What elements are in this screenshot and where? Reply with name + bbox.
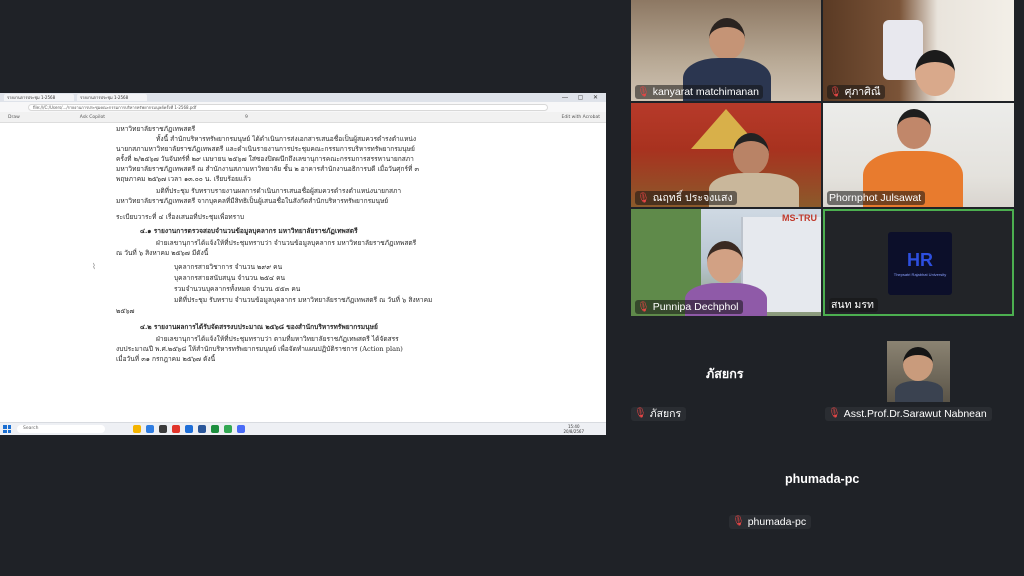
- name-tag[interactable]: 🎙 phumada-pc: [729, 515, 812, 529]
- line-icon[interactable]: [211, 425, 219, 433]
- address-bar[interactable]: file:///C:/Users/.../รายงานการประชุมคณะก…: [0, 102, 606, 112]
- participant-face: [897, 109, 931, 149]
- name-tag: 🎙 ศุภาศิณี: [827, 85, 885, 99]
- name-tag[interactable]: 🎙 ภัสยกร: [631, 407, 687, 421]
- app-icon[interactable]: [159, 425, 167, 433]
- window-controls[interactable]: — ▢ ✕: [562, 94, 602, 101]
- name-tag: 🎙 ณฤทธิ์ ประจงแสง: [635, 191, 737, 205]
- participant-tile[interactable]: MS-TRU 🎙 Punnipa Dechphol: [631, 209, 821, 316]
- mic-off-icon: 🎙: [829, 86, 842, 98]
- participant-tile[interactable]: 🎙 ศุภาศิณี: [823, 0, 1014, 101]
- participant-tile[interactable]: 🎙 kanyarat matchimanan: [631, 0, 821, 101]
- outlook-icon[interactable]: [185, 425, 193, 433]
- browser-tab[interactable]: รายงานการประชุม 1-2568: [77, 94, 147, 101]
- browser-tab-strip: รายงานการประชุม 1-2568 รายงานการประชุม 1…: [0, 93, 606, 102]
- doc-line: มหาวิทยาลัยราชภัฏเทพสตรี ณ สำนักงานสภามห…: [116, 165, 419, 173]
- doc-line: ๔.๑ รายงานการตรวจสอบจำนวนข้อมูลบุคลากร ม…: [140, 227, 358, 235]
- doc-line: มติที่ประชุม รับทราบ จำนวนข้อมูลบุคลากร …: [174, 296, 433, 304]
- browser-tab[interactable]: รายงานการประชุม 1-2568: [4, 94, 74, 101]
- participant-name: สนท มรท: [831, 299, 874, 311]
- word-icon[interactable]: [198, 425, 206, 433]
- doc-line: ฝ่ายเลขานุการได้แจ้งให้ที่ประชุมทราบว่า …: [156, 335, 399, 343]
- name-tag: สนท มรท: [829, 298, 878, 312]
- chrome-icon[interactable]: [172, 425, 180, 433]
- participant-name: ศุภาศิณี: [844, 86, 881, 98]
- excel-icon[interactable]: [224, 425, 232, 433]
- participant-name: kanyarat matchimanan: [652, 86, 759, 98]
- meeting-window: รายงานการประชุม 1-2568 รายงานการประชุม 1…: [0, 0, 1024, 576]
- mic-off-icon: 🎙: [637, 301, 650, 313]
- name-tag[interactable]: 🎙 Asst.Prof.Dr.Sarawut Nabnean: [825, 407, 992, 421]
- ask-copilot-button[interactable]: Ask Copilot: [80, 115, 105, 120]
- mic-off-icon: 🎙: [637, 192, 650, 204]
- windows-start-icon[interactable]: [3, 425, 11, 433]
- doc-line: บุคลากรสายวิชาการ จำนวน ๒๙๙ คน: [174, 263, 283, 271]
- participant-display-name: ภัสยกร: [706, 367, 744, 381]
- edge-icon[interactable]: [146, 425, 154, 433]
- clock-date: 20/8/2567: [563, 429, 584, 434]
- shared-screen[interactable]: รายงานการประชุม 1-2568 รายงานการประชุม 1…: [0, 93, 606, 435]
- participant-name: ภัสยกร: [649, 408, 682, 420]
- windows-taskbar: Search 15:40 20/8/2567: [0, 422, 606, 435]
- participant-tile[interactable]: Phornphot Julsawat: [823, 103, 1014, 207]
- doc-line: บุคลากรสายสนับสนุน จำนวน ๒๕๔ คน: [174, 274, 286, 282]
- doc-line: มติที่ประชุม รับทราบรายงานผลการดำเนินการ…: [156, 187, 402, 195]
- doc-line: งบประมาณปี พ.ศ.๒๕๖๘ ให้สำนักบริหารทรัพยา…: [116, 345, 403, 353]
- participant-name: Asst.Prof.Dr.Sarawut Nabnean: [843, 408, 987, 420]
- participant-face: [903, 347, 933, 381]
- doc-line: รวมจำนวนบุคลากรทั้งหมด จำนวน ๕๕๓ คน: [174, 285, 301, 293]
- doc-line: ๒๕๖๗: [116, 307, 135, 315]
- mic-off-icon: 🎙: [828, 408, 841, 419]
- doc-line: ฝ่ายเลขานุการได้แจ้งให้ที่ประชุมทราบว่า …: [156, 239, 417, 247]
- name-tag: 🎙 Punnipa Dechphol: [635, 300, 743, 314]
- doc-line: ๔.๒ รายงานผลการได้รับจัดสรรงบประมาณ ๒๕๖๘…: [140, 323, 378, 331]
- mic-off-icon: 🎙: [732, 516, 745, 527]
- doc-line: นายกสภามหาวิทยาลัยราชภัฏเทพสตรี และดำเนิ…: [116, 145, 415, 153]
- pdf-toolbar: Draw Ask Copilot 9 Edit with Acrobat: [0, 112, 606, 123]
- doc-line: มหาวิทยาลัยราชภัฏเทพสตรี จากบุคคลที่มีสิ…: [116, 197, 389, 205]
- participant-name: ณฤทธิ์ ประจงแสง: [652, 192, 733, 204]
- url-field[interactable]: file:///C:/Users/.../รายงานการประชุมคณะก…: [28, 103, 548, 111]
- participant-tile-active[interactable]: HR Thepsatri Rajabhat University สนท มรท: [823, 209, 1014, 316]
- doc-line: มหาวิทยาลัยราชภัฏเทพสตรี: [116, 125, 196, 133]
- participant-face: [709, 18, 745, 60]
- doc-line: ณ วันที่ ๖ สิงหาคม ๒๕๖๗ มีดังนี้: [116, 249, 209, 257]
- participant-face: [707, 241, 743, 283]
- pdf-document: มหาวิทยาลัยราชภัฏเทพสตรี ทั้งนี้ สำนักบร…: [0, 123, 606, 422]
- doc-line: ระเบียบวาระที่ ๔ เรื่องเสนอที่ประชุมเพื่…: [116, 213, 245, 221]
- logo-subtitle: Thepsatri Rajabhat University: [893, 272, 947, 277]
- participant-name: phumada-pc: [747, 516, 807, 528]
- hr-logo: HR Thepsatri Rajabhat University: [888, 232, 952, 295]
- taskbar-clock[interactable]: 15:40 20/8/2567: [563, 424, 584, 434]
- mic-off-icon: 🎙: [634, 408, 647, 419]
- draw-button[interactable]: Draw: [8, 115, 20, 120]
- doc-line: เมื่อวันที่ ๓๑ กรกฎาคม ๒๕๖๗ ดังนี้: [116, 355, 216, 363]
- cursor-icon: ⌇: [92, 262, 96, 271]
- name-tag: Phornphot Julsawat: [827, 191, 926, 205]
- logo-text: HR: [907, 250, 933, 270]
- participant-face: [733, 133, 769, 175]
- file-explorer-icon[interactable]: [133, 425, 141, 433]
- doc-line: พฤษภาคม ๒๕๖๗ เวลา ๑๓.๐๐ น. เรียบร้อยแล้ว: [116, 175, 251, 183]
- zoom-icon[interactable]: [237, 425, 245, 433]
- participant-face: [915, 50, 955, 96]
- participant-video[interactable]: [887, 341, 950, 402]
- participant-name: Punnipa Dechphol: [652, 301, 739, 313]
- taskbar-search[interactable]: Search: [17, 425, 105, 433]
- doc-line: ทั้งนี้ สำนักบริหารทรัพยากรมนุษย์ ได้ดำเ…: [156, 135, 417, 143]
- participant-display-name: phumada-pc: [785, 472, 860, 486]
- participant-body: [895, 381, 943, 402]
- doc-line: ครั้งที่ ๒/๒๕๖๗ วันจันทร์ที่ ๒๙ เมษายน ๒…: [116, 155, 414, 163]
- page-number[interactable]: 9: [245, 115, 248, 120]
- edit-acrobat-button[interactable]: Edit with Acrobat: [562, 115, 600, 120]
- name-tag: 🎙 kanyarat matchimanan: [635, 85, 763, 99]
- participant-name: Phornphot Julsawat: [829, 192, 922, 204]
- mic-off-icon: 🎙: [637, 86, 650, 98]
- participant-tile[interactable]: 🎙 ณฤทธิ์ ประจงแสง: [631, 103, 821, 207]
- banner-text: MS-TRU: [782, 213, 817, 223]
